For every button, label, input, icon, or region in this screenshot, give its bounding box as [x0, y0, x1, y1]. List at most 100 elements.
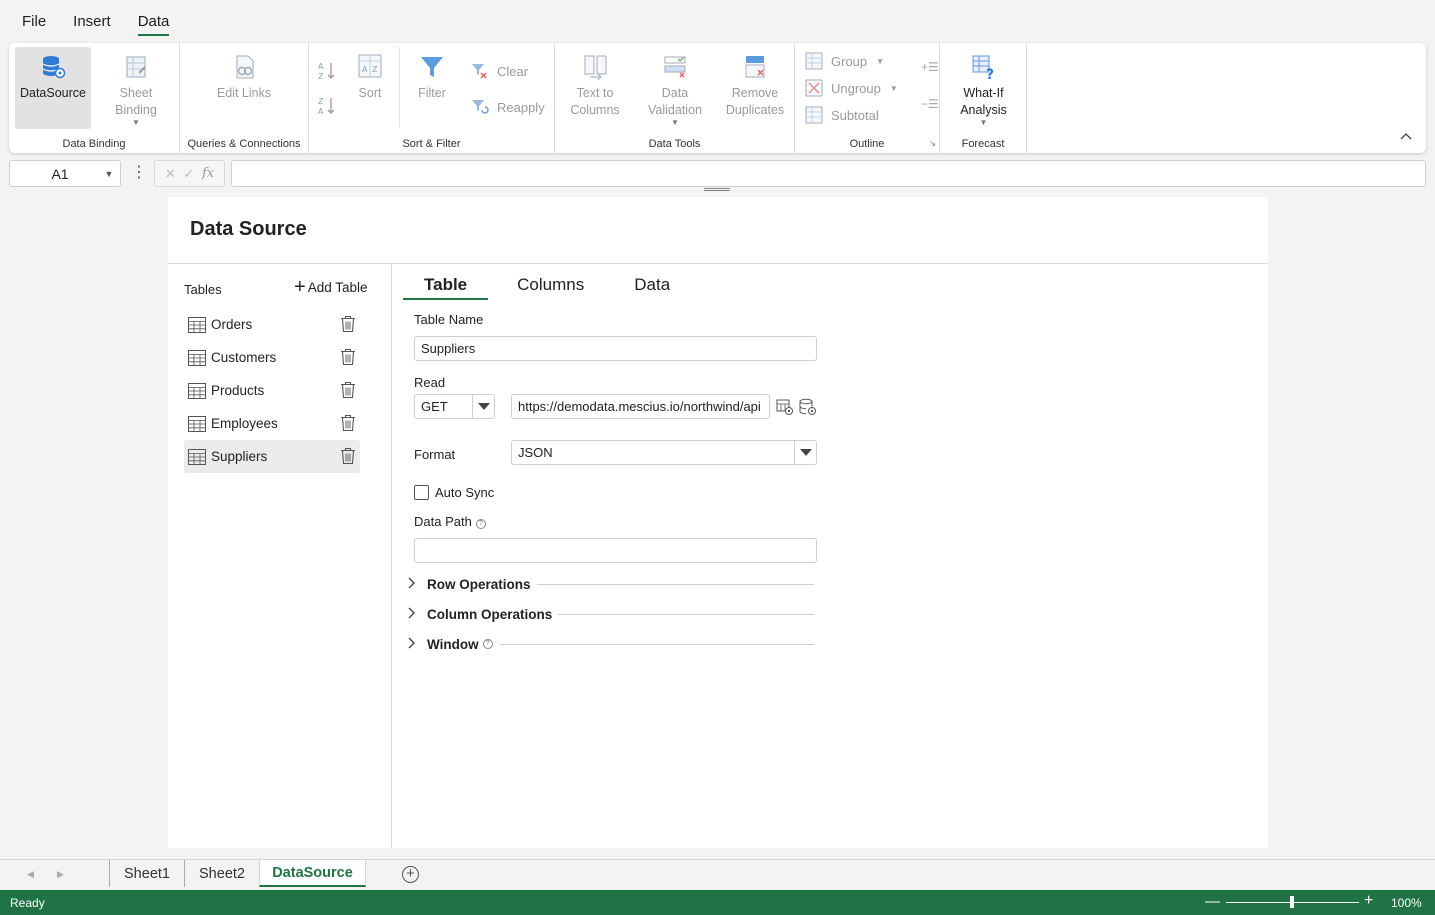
read-url-input[interactable]: https://demodata.mescius.io/northwind/ap…	[511, 394, 770, 419]
trash-icon[interactable]	[340, 447, 356, 465]
reapply-button[interactable]: Reapply	[471, 98, 545, 116]
sheet-binding-label: Sheet	[119, 86, 153, 100]
zoom-in-icon[interactable]: +	[1364, 892, 1373, 910]
tab-table[interactable]: Table	[403, 272, 489, 300]
what-if-analysis-button[interactable]: ? What-If Analysis ▼	[946, 53, 1021, 127]
group-label-outline: Outline	[849, 138, 885, 150]
separator	[399, 47, 400, 127]
filter-button[interactable]: Filter	[413, 53, 451, 102]
clear-filter-icon	[472, 64, 487, 79]
formula-input[interactable]	[231, 160, 1426, 187]
column-operations-section[interactable]: Column Operations	[408, 604, 814, 624]
confirm-icon[interactable]: ✓	[183, 166, 194, 182]
menu-bar: File Insert Data	[0, 0, 1435, 42]
cancel-icon[interactable]: ✕	[165, 166, 176, 182]
tab-data[interactable]: Data	[613, 272, 691, 300]
sort-icon: A Z	[358, 54, 382, 78]
chevron-down-icon: ▼	[876, 56, 885, 66]
svg-text:A: A	[318, 107, 324, 116]
group-button[interactable]: Group ▼	[805, 52, 884, 70]
name-box-value: A1	[51, 165, 69, 182]
scroll-left-icon[interactable]: ◀	[27, 869, 34, 880]
data-path-input[interactable]	[414, 538, 817, 563]
tab-columns[interactable]: Columns	[496, 272, 605, 300]
sheet-tab-sheet1[interactable]: Sheet1	[109, 860, 184, 887]
add-sheet-icon[interactable]: +	[402, 866, 419, 883]
group-data-binding: DataSource Sheet Binding ▼ Data Binding	[9, 43, 180, 153]
sheet-tab-datasource[interactable]: DataSource	[259, 860, 366, 887]
section-label: Row Operations	[427, 576, 531, 592]
edit-links-button[interactable]: Edit Links	[198, 53, 290, 102]
sort-ascending-button[interactable]: A Z	[317, 60, 345, 82]
plus-icon: +	[294, 276, 306, 298]
group-label-queries: Queries & Connections	[187, 138, 301, 150]
data-validation-button[interactable]: Data Validation ▼	[639, 53, 711, 127]
chevron-down-icon[interactable]: ▼	[98, 169, 120, 179]
what-if-label-2: Analysis	[960, 103, 1007, 117]
menu-data[interactable]: Data	[137, 0, 170, 36]
group-label-data-binding: Data Binding	[62, 138, 126, 150]
what-if-label: What-If	[963, 86, 1004, 100]
name-box[interactable]: A1 ▼	[9, 160, 121, 187]
more-options-icon[interactable]: ⋮	[131, 163, 147, 183]
table-item-products[interactable]: Products	[184, 374, 360, 407]
table-item-employees[interactable]: Employees	[184, 407, 360, 440]
text-to-columns-button[interactable]: Text to Columns	[559, 53, 631, 119]
sheet-binding-button[interactable]: Sheet Binding ▼	[99, 53, 173, 127]
database-settings-icon[interactable]	[799, 398, 817, 416]
datasource-label: DataSource	[19, 86, 86, 100]
show-detail-icon[interactable]: +☰	[921, 60, 939, 74]
group-label-sort-filter: Sort & Filter	[402, 138, 461, 150]
data-validation-icon	[664, 56, 686, 78]
read-method-select[interactable]: GET	[414, 394, 495, 419]
window-section[interactable]: Window ?	[408, 634, 814, 654]
page-title: Data Source	[190, 218, 307, 240]
subtotal-button[interactable]: Subtotal	[805, 106, 879, 124]
trash-icon[interactable]	[340, 414, 356, 432]
chevron-down-icon[interactable]	[472, 395, 494, 418]
zoom-out-icon[interactable]: —	[1205, 893, 1220, 910]
resize-handle[interactable]	[704, 188, 730, 191]
zoom-slider-thumb[interactable]	[1290, 896, 1294, 908]
row-operations-section[interactable]: Row Operations	[408, 574, 814, 594]
table-settings-icon[interactable]	[776, 398, 794, 416]
function-icon[interactable]: fx	[202, 166, 214, 181]
divider	[391, 264, 392, 848]
sheet-tab-bar: ◀ ▶ Sheet1 Sheet2 DataSource +	[0, 859, 1435, 890]
clear-button[interactable]: Clear	[471, 62, 528, 80]
sort-button[interactable]: A Z Sort	[353, 53, 387, 102]
ungroup-button[interactable]: Ungroup ▼	[805, 79, 898, 97]
format-select[interactable]: JSON	[511, 440, 817, 465]
table-item-suppliers[interactable]: Suppliers	[184, 440, 360, 473]
hide-detail-icon[interactable]: −☰	[921, 97, 939, 111]
help-icon[interactable]: ?	[475, 519, 486, 529]
table-name-label: Table Name	[414, 312, 484, 327]
collapse-ribbon-icon[interactable]	[1400, 129, 1412, 143]
auto-sync-checkbox[interactable]	[414, 485, 429, 500]
table-item-orders[interactable]: Orders	[184, 308, 360, 341]
table-name-input[interactable]: Suppliers	[414, 336, 817, 361]
trash-icon[interactable]	[340, 348, 356, 366]
ungroup-label: Ungroup	[831, 80, 881, 96]
sort-az-icon: A Z	[318, 62, 335, 81]
reapply-filter-icon	[472, 100, 489, 114]
trash-icon[interactable]	[340, 315, 356, 333]
data-path-label-row: Data Path?	[414, 514, 486, 529]
trash-icon[interactable]	[340, 381, 356, 399]
auto-sync-label: Auto Sync	[435, 485, 495, 500]
status-text: Ready	[10, 896, 45, 910]
sheet-tab-sheet2[interactable]: Sheet2	[184, 860, 259, 887]
menu-insert[interactable]: Insert	[73, 0, 111, 36]
formula-actions: ✕ ✓ fx	[154, 160, 225, 187]
chevron-down-icon[interactable]	[794, 441, 816, 464]
table-item-customers[interactable]: Customers	[184, 341, 360, 374]
datasource-button[interactable]: DataSource	[15, 47, 91, 129]
sort-descending-button[interactable]: Z A	[317, 95, 345, 117]
help-icon[interactable]: ?	[482, 639, 493, 649]
menu-file[interactable]: File	[22, 0, 46, 36]
remove-duplicates-button[interactable]: Remove Duplicates	[719, 53, 791, 119]
scroll-right-icon[interactable]: ▶	[57, 869, 64, 880]
add-table-button[interactable]: + Add Table	[294, 276, 368, 298]
table-item-label: Orders	[211, 317, 253, 332]
status-bar: Ready — + 100%	[0, 890, 1435, 915]
